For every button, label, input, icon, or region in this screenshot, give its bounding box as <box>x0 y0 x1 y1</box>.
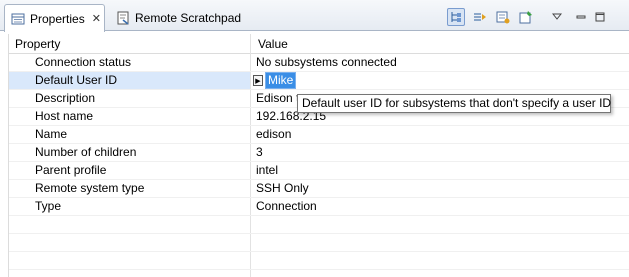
show-advanced-icon[interactable] <box>494 8 512 26</box>
property-table: Property Value Connection status No subs… <box>8 34 629 277</box>
tab-properties[interactable]: Properties ✕ <box>4 4 105 32</box>
tab-remote-scratchpad[interactable]: Remote Scratchpad <box>110 4 260 31</box>
property-value: SSH Only <box>256 181 309 195</box>
empty-row <box>9 252 629 270</box>
filter-icon[interactable] <box>471 8 489 26</box>
property-name: Connection status <box>35 55 132 69</box>
tab-label: Remote Scratchpad <box>135 10 242 25</box>
property-value: Connection <box>256 199 317 213</box>
tab-label: Properties <box>30 11 85 26</box>
empty-row <box>9 216 629 234</box>
table-header: Property Value <box>9 34 629 54</box>
scratchpad-icon <box>116 11 130 25</box>
property-name: Parent profile <box>35 163 107 177</box>
property-name: Default User ID <box>9 72 250 89</box>
property-name: Host name <box>35 109 94 123</box>
table-row[interactable]: Parent profile intel <box>9 162 629 180</box>
tooltip: Default user ID for subsystems that don'… <box>297 94 611 113</box>
property-name: Description <box>35 91 96 105</box>
table-row-selected[interactable]: Default User ID ▶ Mike <box>9 72 629 90</box>
value-editor[interactable]: ▶ Mike <box>253 72 297 89</box>
property-value: intel <box>256 163 279 177</box>
property-value: 3 <box>256 145 263 159</box>
close-icon[interactable]: ✕ <box>92 12 101 25</box>
table-row[interactable]: Type Connection <box>9 198 629 216</box>
table-row[interactable]: Number of children 3 <box>9 144 629 162</box>
edit-dropdown-icon[interactable]: ▶ <box>253 75 263 86</box>
column-header-property[interactable]: Property <box>15 37 60 51</box>
properties-icon <box>11 12 25 26</box>
table-row[interactable]: Remote system type SSH Only <box>9 180 629 198</box>
property-name: Type <box>35 199 62 213</box>
maximize-icon[interactable] <box>591 8 609 26</box>
property-name: Number of children <box>35 145 137 159</box>
value-input[interactable]: Mike <box>265 72 297 89</box>
property-value: No subsystems connected <box>256 55 397 69</box>
column-header-value[interactable]: Value <box>258 37 288 51</box>
show-categories-icon[interactable] <box>447 8 465 26</box>
pin-icon[interactable] <box>517 8 535 26</box>
table-row[interactable]: Name edison <box>9 126 629 144</box>
table-row[interactable]: Connection status No subsystems connecte… <box>9 54 629 72</box>
minimize-icon[interactable] <box>572 8 590 26</box>
property-value: edison <box>256 127 292 141</box>
view-menu-icon[interactable] <box>548 8 566 26</box>
property-name: Name <box>35 127 68 141</box>
property-value: Edison t <box>256 91 300 105</box>
empty-row <box>9 234 629 252</box>
view-tab-bar: Properties ✕ Remote Scratchpad <box>0 0 629 32</box>
property-name: Remote system type <box>35 181 145 195</box>
